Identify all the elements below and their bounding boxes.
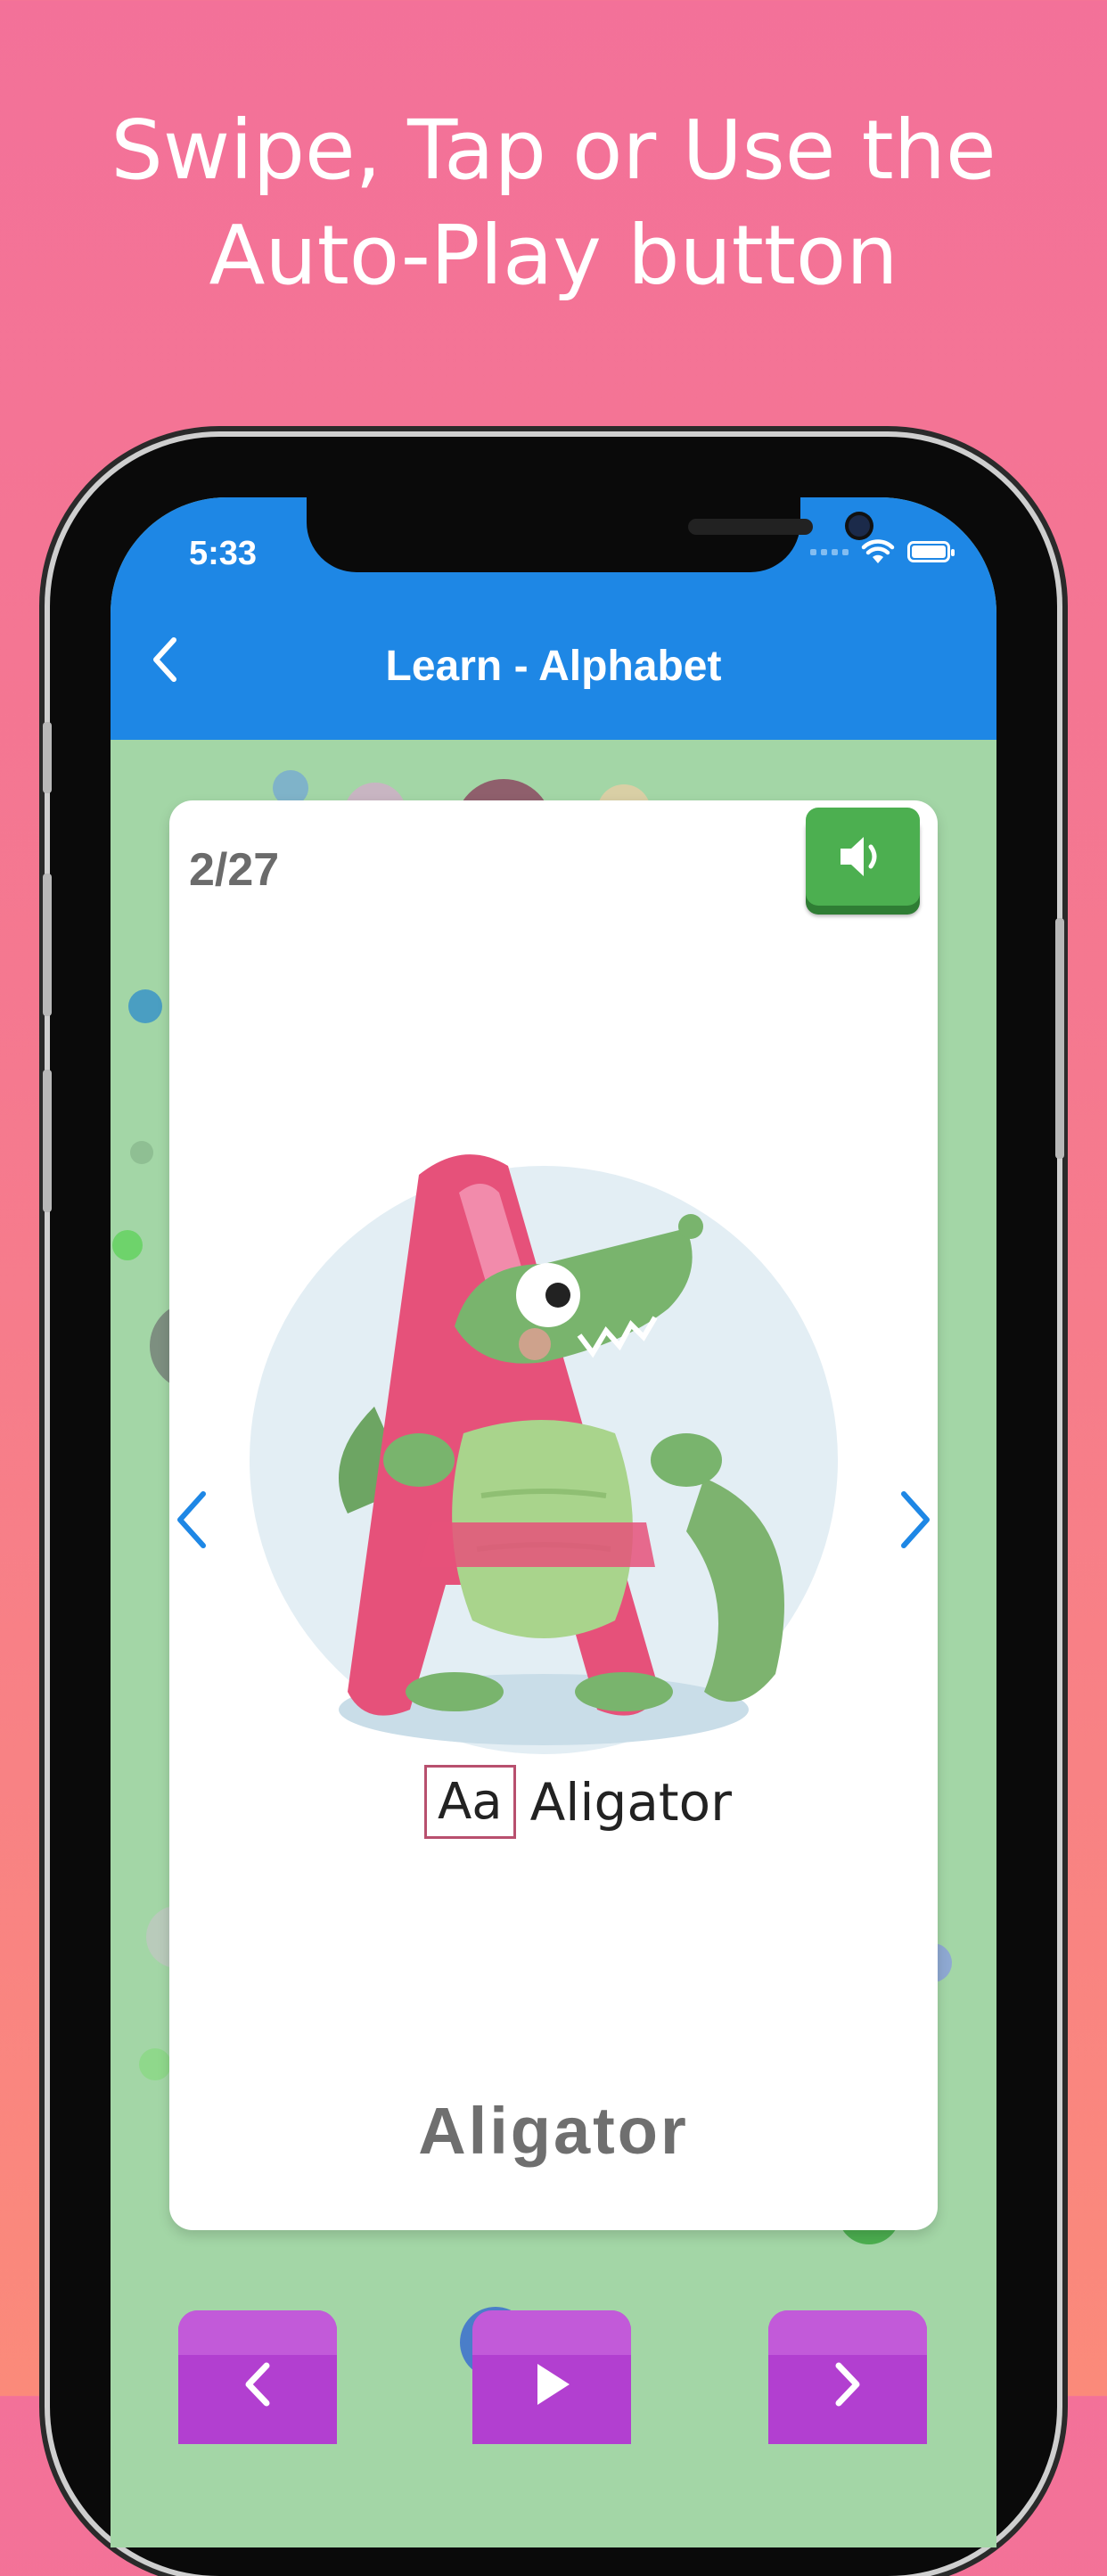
camera-icon (849, 515, 870, 537)
word-caption: Aa Aligator (424, 1765, 732, 1839)
page-title: Learn - Alphabet (385, 643, 722, 690)
play-icon (537, 2364, 570, 2405)
card-word: Aligator (418, 2094, 689, 2168)
app-bar: 5:33 Learn - Alphabet (111, 497, 996, 740)
battery-icon (907, 541, 955, 562)
status-time: 5:33 (189, 535, 258, 572)
headline-line-2: Auto-Play button (209, 208, 898, 303)
previous-card-arrow[interactable] (164, 1480, 217, 1560)
phone-volume-down-button (43, 1070, 52, 1212)
next-card-arrow[interactable] (890, 1480, 943, 1560)
previous-button[interactable] (178, 2310, 337, 2444)
wifi-icon (861, 539, 895, 563)
phone-side-button (43, 722, 52, 793)
chevron-right-icon (835, 2362, 860, 2407)
cellular-signal-icon (810, 548, 849, 555)
phone-notch (307, 497, 870, 572)
background-bubble (112, 1230, 143, 1260)
next-button[interactable] (768, 2310, 927, 2444)
flash-card[interactable]: 2/27 Aa Aligator Aligator (169, 800, 938, 2230)
chevron-left-icon (245, 2362, 270, 2407)
phone-volume-up-button (43, 874, 52, 1016)
background-bubble (139, 2048, 171, 2080)
headline-line-1: Swipe, Tap or Use the (111, 103, 996, 198)
letter-a-alligator-illustration (250, 1154, 838, 1754)
notch-speaker (688, 519, 813, 535)
play-sound-button[interactable] (806, 808, 920, 906)
status-icons (810, 538, 955, 565)
caption-letters: Aa (424, 1765, 516, 1839)
phone-power-button (1055, 918, 1064, 1159)
background-bubble (128, 989, 162, 1023)
chevron-left-icon (177, 1491, 206, 1548)
caption-word: Aligator (529, 1771, 732, 1833)
background-bubble (130, 1141, 153, 1164)
card-counter: 2/27 (189, 844, 280, 896)
phone-screen: 5:33 Learn - Alphabet 2/27 Aa Aligator A… (111, 497, 996, 2547)
auto-play-button[interactable] (472, 2310, 631, 2444)
promo-headline: Swipe, Tap or Use the Auto-Play button (0, 98, 1107, 308)
chevron-right-icon (901, 1491, 930, 1548)
speaker-icon (840, 837, 877, 876)
